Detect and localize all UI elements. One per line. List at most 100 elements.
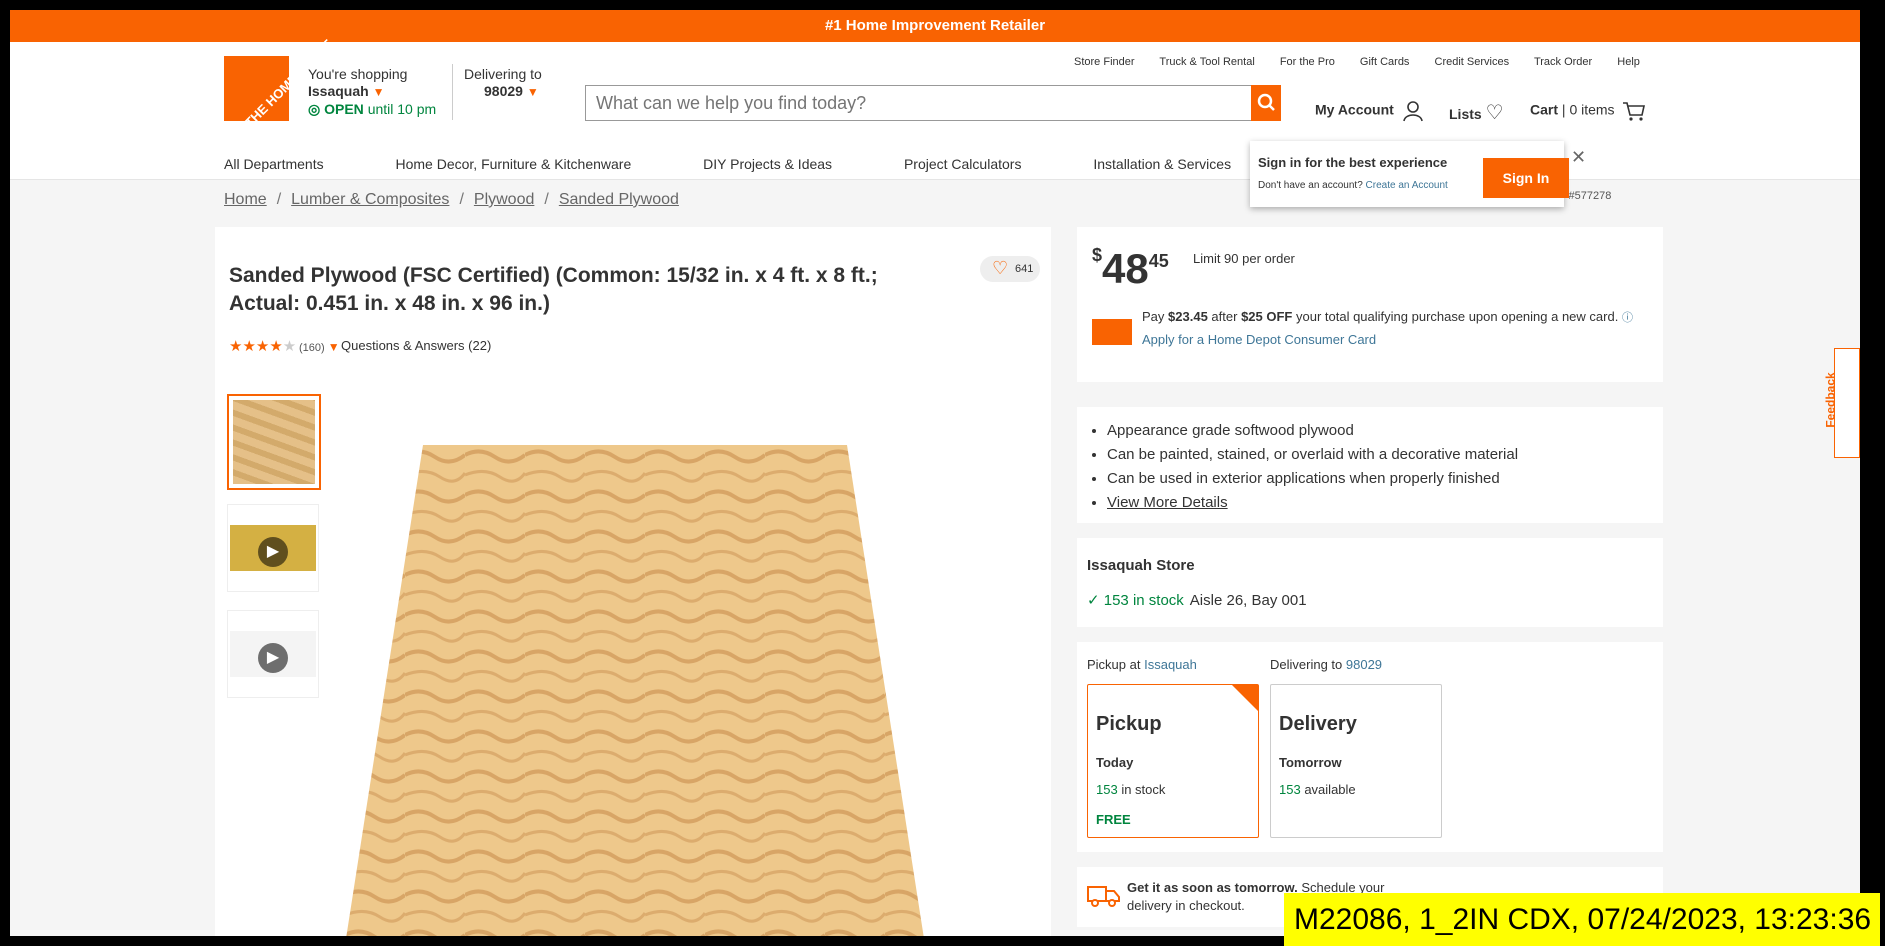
promo-banner[interactable]: #1 Home Improvement Retailer <box>10 10 1860 42</box>
rating-stars: ★★★★★ <box>229 338 297 355</box>
for-the-pro-link[interactable]: For the Pro <box>1280 56 1335 68</box>
delivery-zip[interactable]: 98029 <box>484 83 523 99</box>
cart-icon <box>1623 102 1646 121</box>
pickup-price: FREE <box>1096 812 1131 827</box>
questions-answers-link[interactable]: Questions & Answers (22) <box>341 338 491 353</box>
lists-label: Lists <box>1449 106 1482 122</box>
delivery-day: Tomorrow <box>1279 755 1342 770</box>
nav-installation-services[interactable]: Installation & Services <box>1093 156 1231 172</box>
track-order-link[interactable]: Track Order <box>1534 56 1592 68</box>
info-icon[interactable]: ⓘ <box>1622 312 1633 324</box>
favorite-count: 641 <box>1015 263 1034 275</box>
my-account-button[interactable]: My Account <box>1315 100 1424 122</box>
cart-label: Cart <box>1530 101 1559 118</box>
feedback-label: Feedback <box>1823 372 1838 428</box>
store-finder-link[interactable]: Store Finder <box>1074 56 1135 68</box>
popup-title: Sign in for the best experience <box>1258 155 1448 170</box>
aisle-location: Aisle 26, Bay 001 <box>1189 592 1307 609</box>
divider <box>452 64 453 120</box>
truck-icon <box>1087 886 1120 907</box>
stock-status: ✓ 153 in stock Aisle 26, Bay 001 <box>1087 592 1307 609</box>
sign-in-button[interactable]: Sign In <box>1483 158 1569 198</box>
pickup-option[interactable]: Pickup Today 153 in stock FREE <box>1087 684 1259 838</box>
breadcrumb-sanded-plywood[interactable]: Sanded Plywood <box>559 191 679 208</box>
thumbnail-video-1[interactable]: ▶ <box>227 504 319 592</box>
lists-button[interactable]: Lists ♡ <box>1449 100 1504 125</box>
breadcrumb: Home / Lumber & Composites / Plywood / Sanded … <box>224 191 679 208</box>
home-depot-logo[interactable]: THE HOME DEPOT <box>224 37 335 130</box>
highlights-card: Appearance grade softwood plywood Can be… <box>1077 407 1663 523</box>
nav-home-decor[interactable]: Home Decor, Furniture & Kitchenware <box>395 156 631 172</box>
help-link[interactable]: Help <box>1617 56 1640 68</box>
timestamp-overlay: M22086, 1_2IN CDX, 07/24/2023, 13:23:36 <box>1284 893 1880 946</box>
star-rating[interactable]: ★★★★★ <box>229 337 296 355</box>
popup-subtitle: Don't have an account? Create an Account <box>1258 180 1448 191</box>
pickup-location-label: Pickup at Issaquah <box>1087 657 1197 672</box>
pickup-day: Today <box>1096 755 1134 770</box>
cart-count: 0 items <box>1569 101 1615 118</box>
delivery-title: Delivery <box>1279 713 1357 735</box>
user-icon <box>1402 101 1423 122</box>
breadcrumb-home[interactable]: Home <box>224 191 267 208</box>
heart-icon: ♡ <box>1485 102 1504 124</box>
chevron-down-icon[interactable]: ▼ <box>527 85 539 99</box>
main-product-image[interactable] <box>345 445 925 936</box>
breadcrumb-plywood[interactable]: Plywood <box>474 191 534 208</box>
check-icon: ✓ <box>1087 592 1100 609</box>
highlight-item: Appearance grade softwood plywood <box>1107 419 1663 443</box>
thumbnail-image-1[interactable] <box>227 394 321 490</box>
nav-project-calculators[interactable]: Project Calculators <box>904 156 1022 172</box>
search-button[interactable] <box>1251 85 1281 121</box>
feedback-tab[interactable]: Feedback <box>1824 348 1860 458</box>
chevron-down-icon[interactable]: ▼ <box>373 85 385 99</box>
review-count[interactable]: (160) ▼ <box>299 340 340 354</box>
delivery-zip-link[interactable]: 98029 <box>1346 657 1382 672</box>
play-icon: ▶ <box>258 537 288 567</box>
highlight-item: Can be used in exterior applications whe… <box>1107 467 1663 491</box>
nav-all-departments[interactable]: All Departments <box>224 156 324 172</box>
department-nav: All Departments Home Decor, Furniture & … <box>224 156 1299 172</box>
close-icon[interactable]: ✕ <box>1571 147 1586 168</box>
delivery-stock: 153 available <box>1279 782 1356 797</box>
credit-card-image <box>1092 319 1132 345</box>
pickup-title: Pickup <box>1096 713 1162 735</box>
delivery-option[interactable]: Delivery Tomorrow 153 available <box>1270 684 1442 838</box>
play-icon: ▶ <box>258 643 288 673</box>
create-account-link[interactable]: Create an Account <box>1366 180 1448 191</box>
view-more-details-link[interactable]: View More Details <box>1107 494 1228 511</box>
product-price: $4845 <box>1092 245 1169 292</box>
gift-cards-link[interactable]: Gift Cards <box>1360 56 1410 68</box>
product-title: Sanded Plywood (FSC Certified) (Common: … <box>229 264 878 315</box>
favorite-button[interactable]: ♡ 641 <box>980 256 1040 282</box>
search-input[interactable] <box>594 90 1238 116</box>
cart-button[interactable]: Cart | 0 items <box>1530 100 1646 122</box>
delivering-label: Delivering to <box>464 66 542 82</box>
credit-services-link[interactable]: Credit Services <box>1435 56 1510 68</box>
order-limit: Limit 90 per order <box>1193 251 1295 266</box>
price-card: $4845 Limit 90 per order Pay $23.45 afte… <box>1077 227 1663 382</box>
sign-in-popup: Sign in for the best experience Don't ha… <box>1250 141 1586 207</box>
utility-links: Store Finder Truck & Tool Rental For the… <box>1074 56 1662 68</box>
heart-icon: ♡ <box>992 258 1009 278</box>
nav-diy-projects[interactable]: DIY Projects & Ideas <box>703 156 832 172</box>
browser-viewport: #1 Home Improvement Retailer THE HOME DE… <box>10 10 1860 936</box>
product-media-card: Sanded Plywood (FSC Certified) (Common: … <box>215 227 1051 936</box>
chevron-down-icon[interactable]: ▼ <box>328 340 340 354</box>
shopping-label: You're shopping <box>308 66 408 82</box>
delivery-zip-selector[interactable]: Delivering to 98029 ▼ <box>464 66 542 101</box>
selected-check-icon <box>1232 685 1258 711</box>
fulfillment-card: Pickup at Issaquah Delivering to 98029 P… <box>1077 642 1663 852</box>
apply-card-link[interactable]: Apply for a Home Depot Consumer Card <box>1142 332 1376 347</box>
highlight-item: Can be painted, stained, or overlaid wit… <box>1107 443 1663 467</box>
search-box <box>585 85 1253 121</box>
search-icon <box>1257 93 1275 111</box>
pickup-store-link[interactable]: Issaquah <box>1144 657 1197 672</box>
thumbnail-video-2[interactable]: ▶ <box>227 610 319 698</box>
truck-tool-rental-link[interactable]: Truck & Tool Rental <box>1159 56 1254 68</box>
open-status: ◎ OPEN <box>308 101 364 117</box>
credit-card-offer: Pay $23.45 after $25 OFF your total qual… <box>1142 309 1633 347</box>
store-name[interactable]: Issaquah <box>308 83 369 99</box>
delivery-location-label: Delivering to 98029 <box>1270 657 1383 672</box>
store-selector[interactable]: You're shopping Issaquah ▼ ◎ OPEN until … <box>308 66 436 118</box>
breadcrumb-lumber[interactable]: Lumber & Composites <box>291 191 449 208</box>
